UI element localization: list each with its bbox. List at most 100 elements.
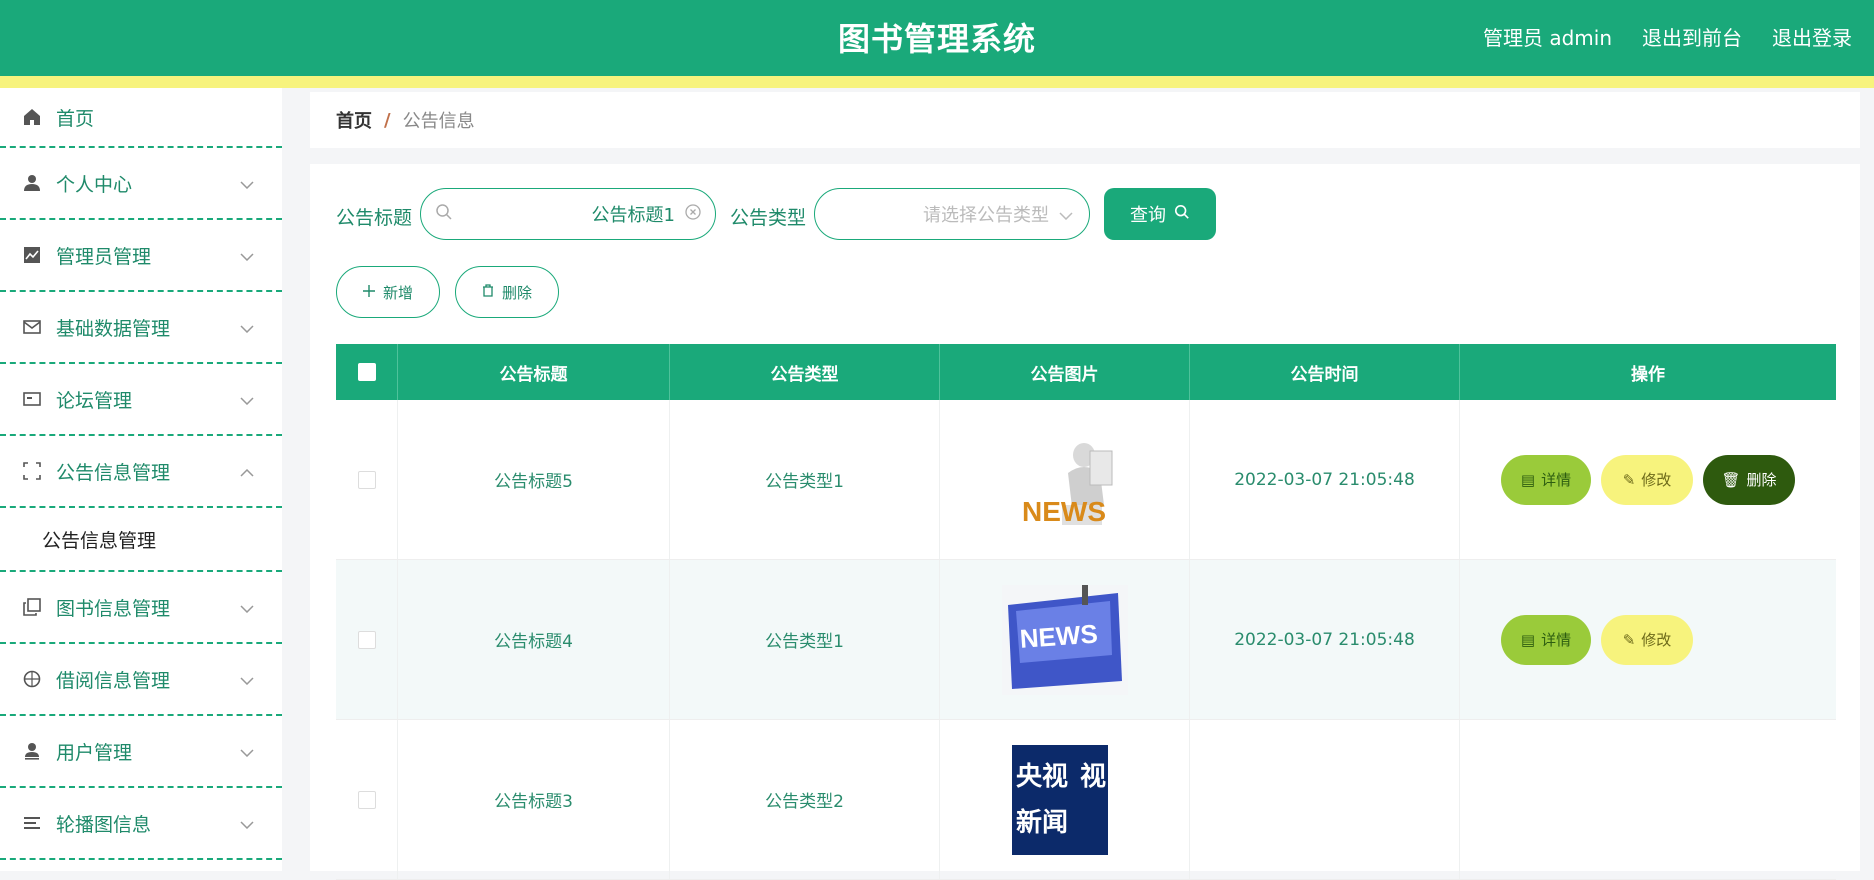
chevron-down-icon [240, 172, 254, 194]
add-button[interactable]: 新增 [336, 266, 440, 318]
sidebar-item-home[interactable]: 首页 [0, 88, 282, 148]
add-button-label: 新增 [382, 283, 413, 302]
row-checkbox[interactable] [357, 630, 376, 649]
chevron-down-icon [240, 244, 254, 266]
select-all-checkbox[interactable] [357, 363, 376, 381]
detail-button[interactable]: ▤ 详情 [1501, 614, 1591, 665]
delete-button[interactable]: 🗑 删除 [1703, 454, 1795, 505]
sidebar-item-label: 个人中心 [56, 173, 133, 196]
exit-to-frontend-link[interactable]: 退出到前台 [1642, 22, 1742, 51]
pencil-icon: ✎ [1622, 630, 1636, 649]
sidebar-subitem-announcement[interactable]: 公告信息管理 [0, 508, 282, 572]
row-title: 公告标题4 [398, 560, 670, 719]
row-actions [1460, 720, 1836, 879]
title-search-input[interactable]: 公告标题1 [420, 188, 716, 240]
announcement-table: 公告标题 公告类型 公告图片 公告时间 操作 公告标题5 公告类型1 NEWS … [336, 344, 1836, 880]
sidebar-item-forum[interactable]: 论坛管理 [0, 364, 282, 436]
sidebar-item-label: 基础数据管理 [56, 317, 171, 340]
header-links: 管理员 admin 退出到前台 退出登录 [1483, 22, 1852, 51]
document-icon: ▤ [1520, 470, 1536, 489]
chevron-down-icon [1059, 204, 1073, 225]
plus-icon [362, 283, 375, 301]
row-time [1190, 720, 1460, 879]
detail-button[interactable]: ▤ 详情 [1501, 454, 1591, 505]
sidebar-item-label: 公告信息管理 [56, 461, 171, 484]
sidebar-item-label: 用户管理 [56, 741, 133, 764]
row-image-cell: NEWS [940, 400, 1190, 559]
type-select-placeholder: 请选择公告类型 [923, 205, 1049, 226]
column-header-image: 公告图片 [940, 344, 1190, 400]
logout-link[interactable]: 退出登录 [1772, 22, 1852, 51]
sidebar-item-label: 图书信息管理 [56, 597, 171, 620]
cctv-side-text: 视 [1080, 762, 1106, 792]
edit-label: 修改 [1641, 631, 1672, 649]
chevron-down-icon [240, 740, 254, 762]
table-row: 公告标题4 公告类型1 NEWS 2022-03-07 21:05:48 ▤ 详情… [336, 560, 1836, 720]
row-checkbox[interactable] [357, 790, 376, 809]
title-filter-label: 公告标题 [336, 207, 413, 229]
sidebar-item-announcement[interactable]: 公告信息管理 [0, 436, 282, 508]
breadcrumb-home[interactable]: 首页 [336, 107, 372, 133]
sidebar-item-basic-data[interactable]: 基础数据管理 [0, 292, 282, 364]
admin-user-link[interactable]: 管理员 admin [1483, 22, 1612, 51]
breadcrumb-current: 公告信息 [402, 111, 475, 132]
query-button[interactable]: 查询 [1104, 188, 1216, 240]
row-checkbox-cell [336, 560, 398, 719]
select-all-cell [336, 344, 398, 400]
compass-icon [22, 669, 42, 689]
main-content: 公告标题 公告标题1 公告类型 请选择公告类型 查询 新增 删除 公告标题 公告… [310, 164, 1860, 880]
sidebar-item-personal-center[interactable]: 个人中心 [0, 148, 282, 220]
row-time: 2022-03-07 21:05:48 [1190, 560, 1460, 719]
table-row: 公告标题5 公告类型1 NEWS 2022-03-07 21:05:48 ▤ 详情… [336, 400, 1836, 560]
news-key-text: NEWS [1018, 618, 1098, 653]
batch-delete-button[interactable]: 删除 [455, 266, 559, 318]
copy-icon [22, 597, 42, 617]
news-key-image: NEWS [1001, 584, 1128, 695]
type-select[interactable]: 请选择公告类型 [814, 188, 1090, 240]
home-icon [22, 107, 42, 127]
type-filter-label: 公告类型 [730, 207, 807, 229]
detail-label: 详情 [1541, 631, 1572, 649]
edit-button[interactable]: ✎ 修改 [1601, 614, 1693, 665]
title-search-value: 公告标题1 [591, 205, 675, 226]
column-header-title: 公告标题 [398, 344, 670, 400]
trash-icon: 🗑 [1721, 470, 1741, 489]
query-button-label: 查询 [1130, 205, 1166, 226]
chevron-down-icon [240, 812, 254, 834]
edit-button[interactable]: ✎ 修改 [1601, 454, 1693, 505]
row-title: 公告标题3 [398, 720, 670, 879]
mail-icon [22, 317, 42, 337]
row-checkbox-cell [336, 720, 398, 879]
header-stripe [0, 76, 1874, 88]
sidebar-item-label: 论坛管理 [56, 389, 133, 412]
row-type: 公告类型1 [670, 560, 940, 719]
column-header-time: 公告时间 [1190, 344, 1460, 400]
breadcrumb-separator: / [384, 109, 391, 131]
column-header-type: 公告类型 [670, 344, 940, 400]
trash-icon [482, 283, 494, 301]
sidebar-item-label: 首页 [56, 107, 95, 130]
row-actions: ▤ 详情 ✎ 修改 🗑 删除 [1460, 400, 1836, 559]
row-checkbox[interactable] [357, 470, 376, 489]
delete-button-label: 删除 [501, 283, 532, 302]
row-image-cell: 央视 新闻 视 [940, 720, 1190, 879]
search-icon [1174, 204, 1190, 225]
chevron-up-icon [240, 460, 254, 482]
sidebar-item-books[interactable]: 图书信息管理 [0, 572, 282, 644]
cctv-bottom-text: 新闻 [1016, 807, 1068, 838]
news-figure-text: NEWS [1022, 496, 1106, 527]
row-type: 公告类型2 [670, 720, 940, 879]
edit-label: 修改 [1641, 471, 1672, 489]
row-image-cell: NEWS [940, 560, 1190, 719]
document-icon: ▤ [1520, 630, 1536, 649]
sidebar-item-admin-management[interactable]: 管理员管理 [0, 220, 282, 292]
menu-icon [22, 813, 42, 833]
delete-label: 删除 [1746, 471, 1777, 489]
user-icon [22, 741, 42, 761]
chevron-down-icon [240, 316, 254, 338]
sidebar-item-carousel[interactable]: 轮播图信息 [0, 788, 282, 860]
sidebar-item-users[interactable]: 用户管理 [0, 716, 282, 788]
sidebar-item-borrowing[interactable]: 借阅信息管理 [0, 644, 282, 716]
clear-icon[interactable] [685, 204, 701, 224]
chevron-down-icon [240, 388, 254, 410]
